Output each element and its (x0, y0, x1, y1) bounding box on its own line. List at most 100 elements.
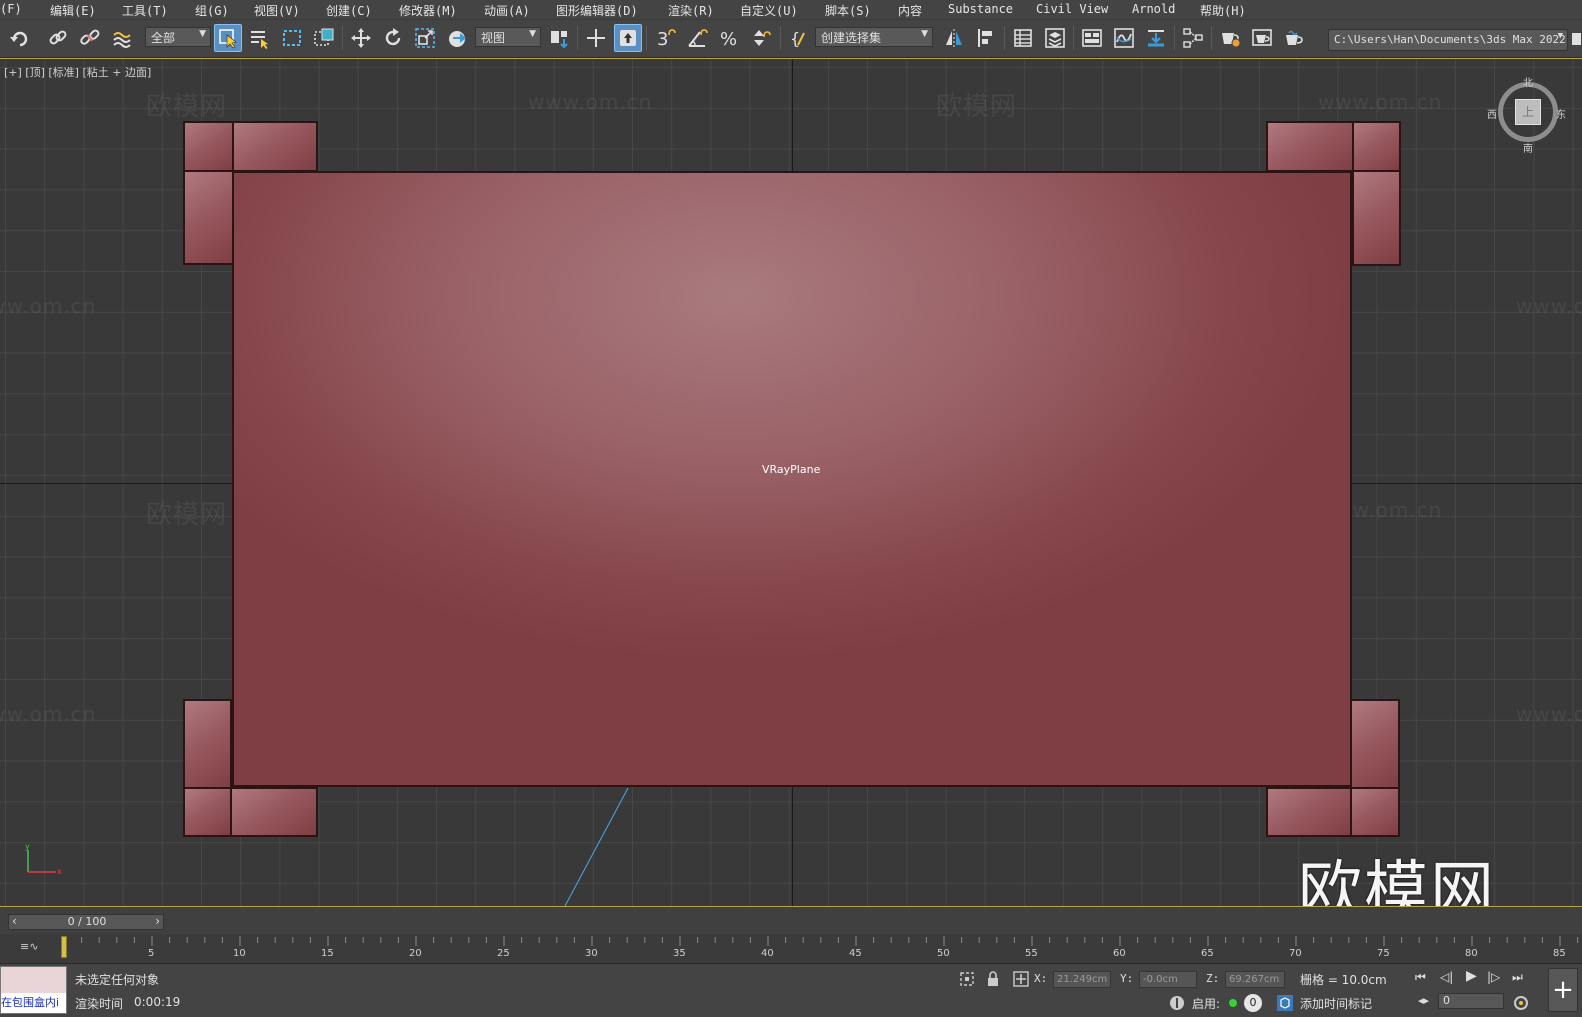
grid-spacing: 栅格 = 10.0cm (1300, 973, 1387, 987)
play-icon[interactable]: ▶ (1466, 968, 1477, 984)
isolate-selection-icon[interactable] (958, 970, 976, 988)
previous-frame-icon[interactable]: ◁| (1440, 970, 1453, 984)
tick-label: 50 (937, 948, 950, 959)
mirror-icon[interactable] (940, 24, 968, 52)
tick-label: 5 (148, 948, 155, 959)
link-icon[interactable] (44, 24, 72, 52)
menu-edit[interactable]: 编辑(E) (50, 2, 96, 19)
enable-counter[interactable]: 0 (1244, 994, 1262, 1012)
named-selection-dropdown[interactable]: 创建选择集 ▼ (815, 27, 933, 47)
toolbar-separator (342, 26, 343, 50)
scale-icon[interactable] (411, 24, 439, 52)
time-config-icon[interactable] (1512, 994, 1530, 1012)
menu-graph-editors[interactable]: 图形编辑器(D) (556, 2, 638, 19)
goto-end-icon[interactable]: ⏭ (1512, 970, 1523, 985)
curve-editor-icon[interactable] (1110, 24, 1138, 52)
layer-explorer-icon[interactable] (1041, 24, 1069, 52)
move-icon[interactable] (347, 24, 375, 52)
rect-selection-icon[interactable] (278, 24, 306, 52)
menu-modifiers[interactable]: 修改器(M) (399, 2, 457, 19)
chevron-down-icon: ▼ (921, 29, 928, 39)
menu-file[interactable]: (F) (0, 2, 22, 16)
angle-snap-icon[interactable] (683, 24, 711, 52)
schematic-view-icon[interactable] (1179, 24, 1207, 52)
render-setup-icon[interactable] (1216, 24, 1244, 52)
select-manipulate-icon[interactable] (582, 24, 610, 52)
current-frame-field[interactable]: 0 (1438, 993, 1504, 1009)
menu-customize[interactable]: 自定义(U) (740, 2, 798, 19)
absolute-mode-icon[interactable] (1012, 970, 1030, 988)
tick-label: 75 (1377, 948, 1390, 959)
reference-coord-dropdown[interactable]: 视图 ▼ (475, 27, 541, 47)
menu-rendering[interactable]: 渲染(R) (668, 2, 714, 19)
dope-sheet-icon[interactable] (1142, 24, 1170, 52)
menu-arnold[interactable]: Arnold (1132, 2, 1175, 16)
menu-help[interactable]: 帮助(H) (1200, 2, 1246, 19)
axis-tripod: y x (25, 842, 62, 876)
lock-selection-icon[interactable] (984, 970, 1002, 988)
add-viewport-button[interactable]: + (1548, 968, 1578, 1012)
time-slider[interactable]: ‹ 0 / 100 › (8, 914, 164, 930)
bind-spacewarp-icon[interactable] (108, 24, 136, 52)
menu-substance[interactable]: Substance (948, 2, 1013, 16)
viewcube[interactable]: 上 北 南 东 西 (1487, 74, 1566, 155)
spinner-snap-icon[interactable] (747, 24, 775, 52)
window-crossing-icon[interactable] (310, 24, 338, 52)
pivot-icon[interactable] (545, 24, 573, 52)
y-coord-field[interactable]: -0.0cm (1139, 971, 1197, 988)
chevron-right-icon[interactable]: › (155, 914, 160, 928)
render-time-label: 渲染时间 (75, 997, 124, 1011)
menu-view[interactable]: 视图(V) (254, 2, 300, 19)
placement-icon[interactable] (443, 24, 471, 52)
percent-snap-icon[interactable]: % (715, 24, 743, 52)
menu-tools[interactable]: 工具(T) (122, 2, 168, 19)
mini-listener-text[interactable]: 在包围盒内i (1, 993, 66, 1013)
rendered-frame-icon[interactable] (1248, 24, 1276, 52)
viewcube-top-face[interactable]: 上 (1515, 99, 1541, 125)
project-path-dropdown[interactable]: C:\Users\Han\Documents\3ds Max 2022 ▼ (1328, 29, 1568, 51)
tick-label: 20 (409, 948, 422, 959)
adaptive-degradation-icon[interactable] (1168, 994, 1186, 1012)
selection-filter-dropdown[interactable]: 全部 ▼ (145, 27, 211, 47)
unlink-icon[interactable] (76, 24, 104, 52)
time-marker[interactable] (61, 936, 67, 958)
undo-icon[interactable] (6, 24, 34, 52)
menu-create[interactable]: 创建(C) (326, 2, 372, 19)
compass-north: 北 (1523, 78, 1533, 89)
axis-x-label: x (57, 867, 62, 876)
track-bar[interactable]: ≡∿ 5 10 15 20 25 30 35 40 45 50 55 60 65… (0, 934, 1582, 964)
reference-coord-value: 视图 (481, 31, 506, 45)
enable-label: 启用: (1192, 997, 1221, 1011)
render-icon[interactable] (1280, 24, 1308, 52)
rotate-icon[interactable] (379, 24, 407, 52)
menu-content[interactable]: 内容 (898, 2, 922, 19)
menu-group[interactable]: 组(G) (195, 2, 229, 19)
keyboard-shortcut-override-icon[interactable] (614, 24, 642, 52)
select-by-name-icon[interactable] (246, 24, 274, 52)
top-viewport[interactable]: [+] [顶] [标准] [粘土 + 边面] 欧模网 www.om.cn 欧模网… (0, 58, 1582, 906)
menu-animation[interactable]: 动画(A) (484, 2, 530, 19)
scene-explorer-icon[interactable] (1009, 24, 1037, 52)
toggle-ribbon-icon[interactable] (1078, 24, 1106, 52)
x-coord-field[interactable]: 21.249cm (1053, 971, 1111, 988)
project-folder-icon[interactable] (1570, 24, 1582, 52)
key-mode-icon[interactable]: ◂▸ (1418, 994, 1429, 1007)
tick-label: 80 (1465, 948, 1478, 959)
align-icon[interactable] (972, 24, 1000, 52)
maxscript-mini-listener[interactable]: 在包围盒内i (0, 966, 67, 1014)
edit-named-sets-icon[interactable]: { (785, 24, 813, 52)
z-coord-field[interactable]: 69.267cm (1225, 971, 1285, 988)
menu-scripting[interactable]: 脚本(S) (825, 2, 871, 19)
compass-west: 西 (1487, 110, 1497, 121)
menu-civil-view[interactable]: Civil View (1036, 2, 1108, 16)
snap-toggle-icon[interactable]: 3 (651, 24, 679, 52)
time-slider-value: 0 / 100 (67, 915, 107, 928)
render-time-value: 0:00:19 (134, 995, 181, 1009)
next-frame-icon[interactable]: |▷ (1487, 970, 1500, 984)
chevron-down-icon: ▼ (529, 29, 536, 39)
compass-south: 南 (1523, 144, 1533, 155)
select-object-icon[interactable] (214, 24, 242, 52)
goto-start-icon[interactable]: ⏮ (1415, 970, 1426, 985)
add-time-tag[interactable]: 添加时间标记 (1300, 995, 1372, 1012)
time-tag-icon[interactable] (1276, 994, 1294, 1012)
